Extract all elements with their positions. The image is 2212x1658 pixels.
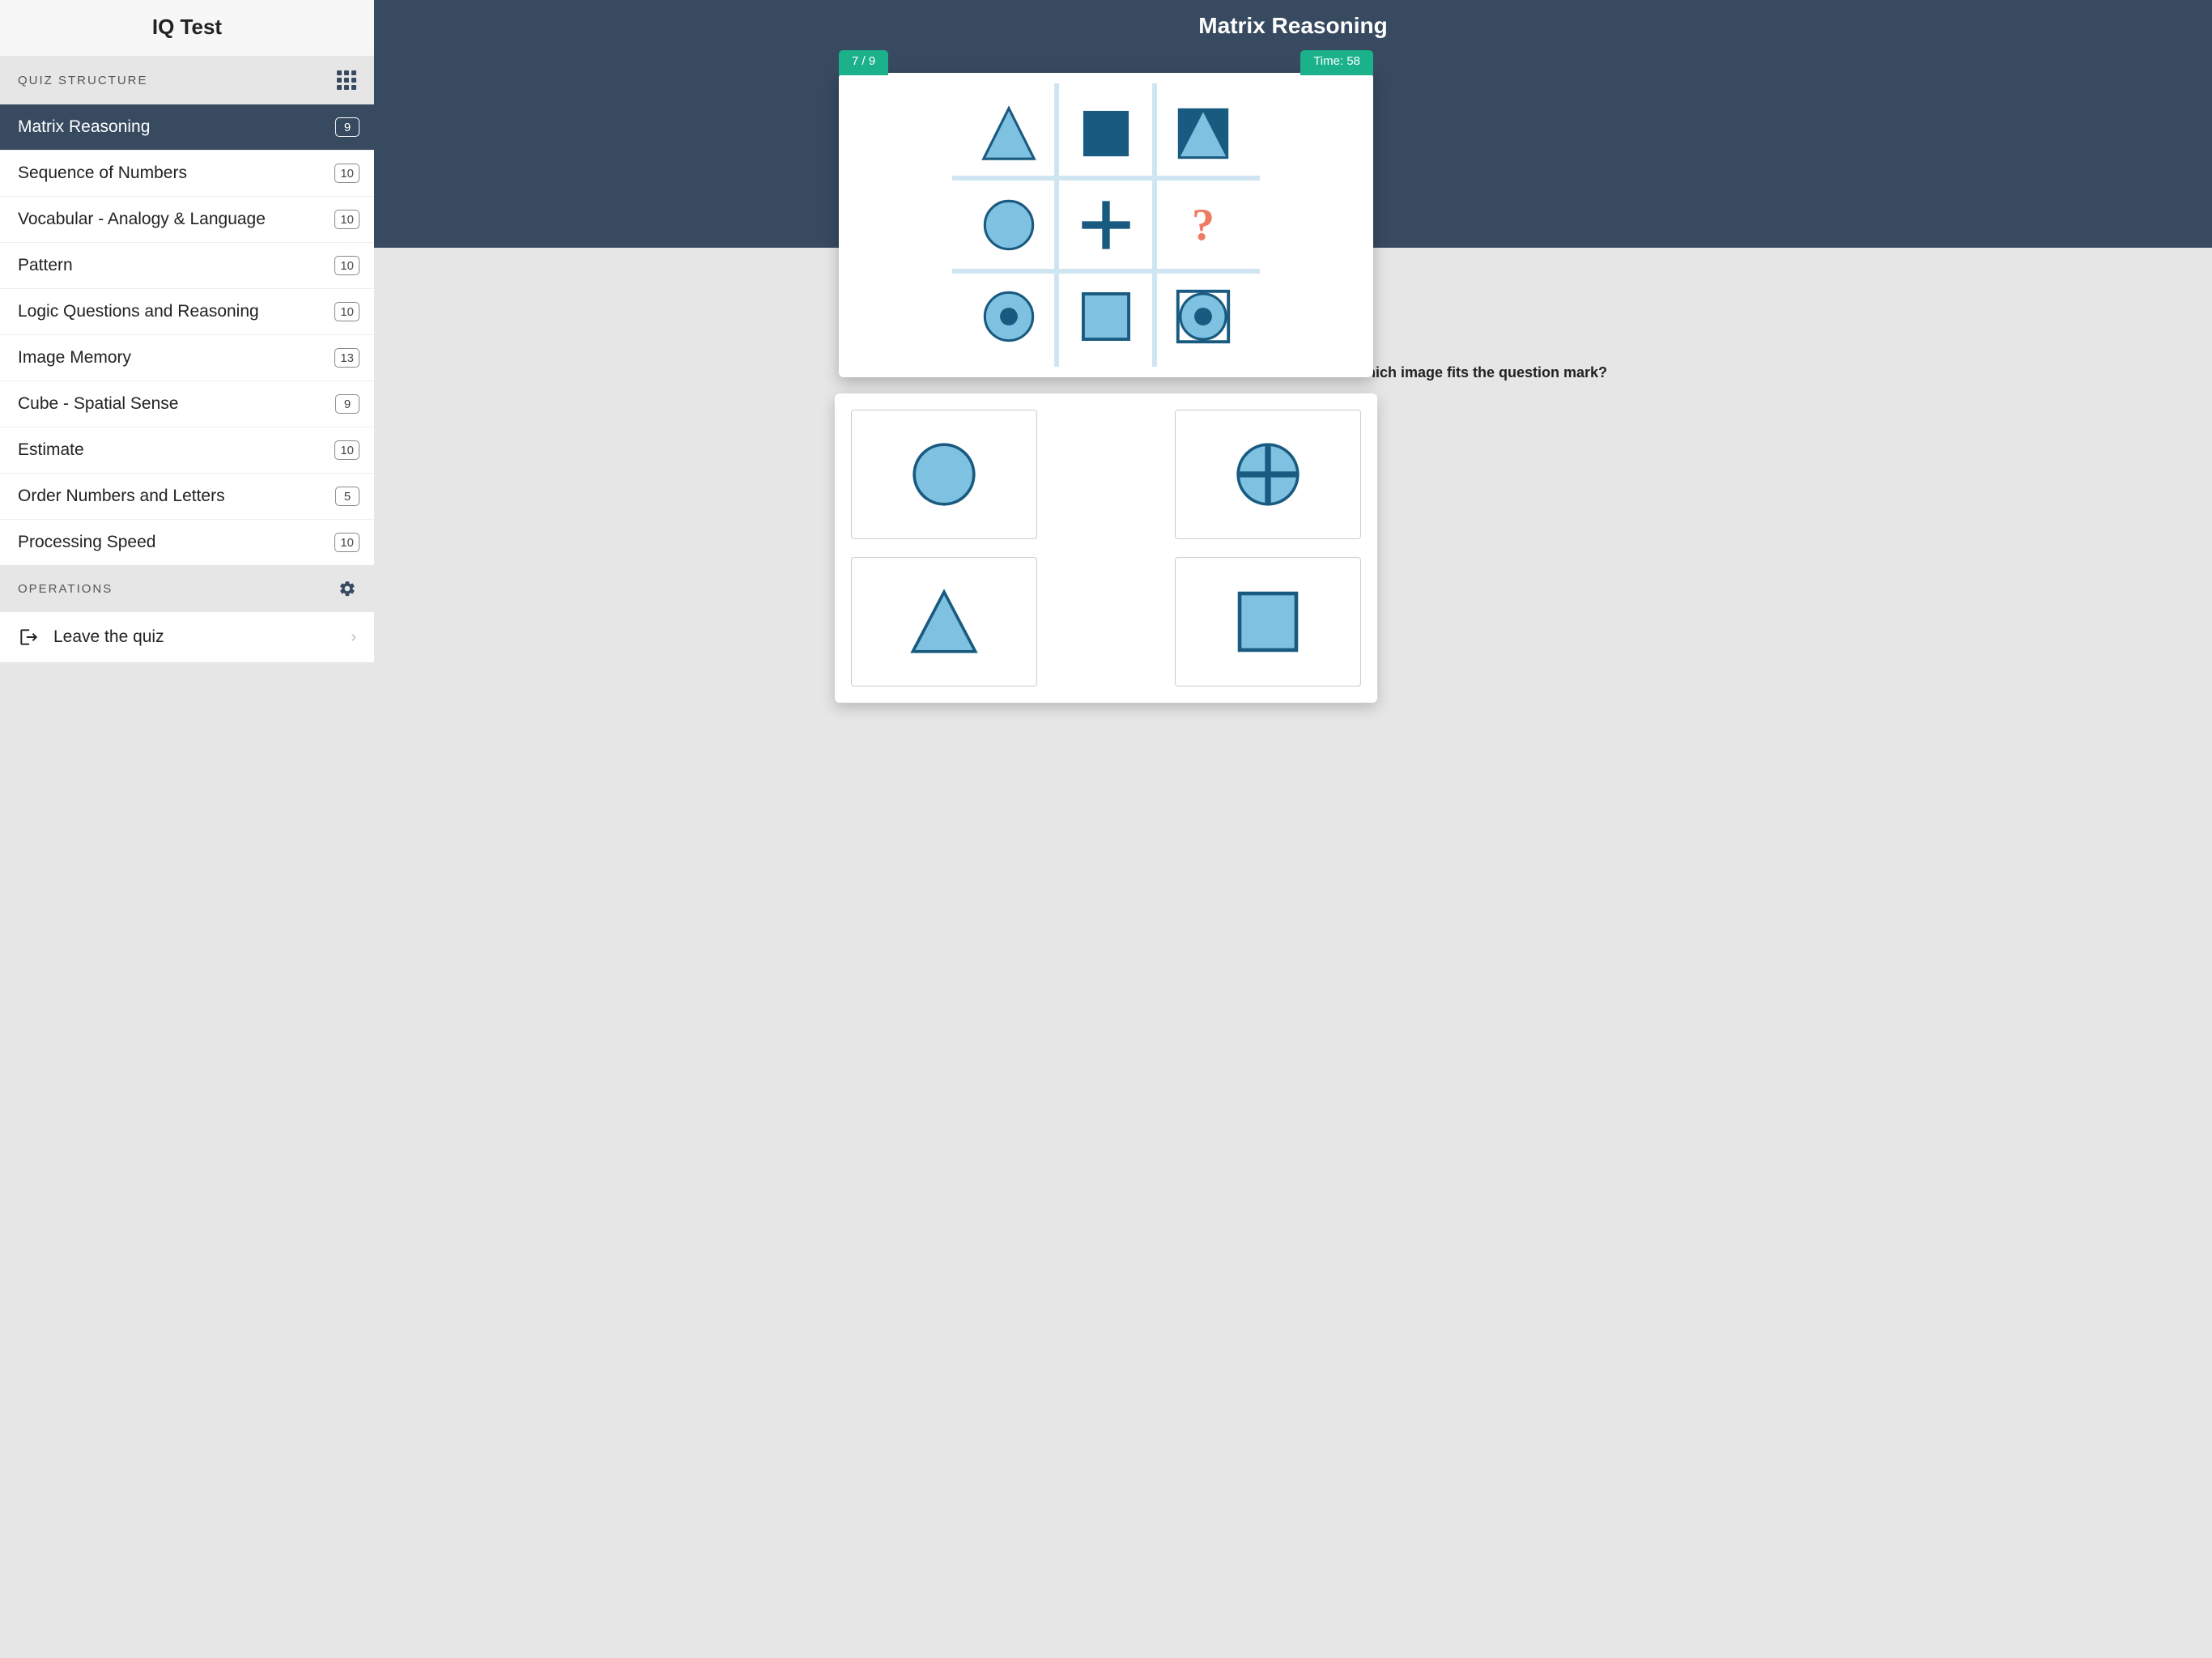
answer-option-3[interactable] xyxy=(851,557,1037,687)
card-tags: 7 / 9 Time: 58 xyxy=(839,50,1373,75)
section-quiz-label: QUIZ STRUCTURE xyxy=(18,74,148,87)
sidebar-item-processing-speed[interactable]: Processing Speed 10 xyxy=(0,520,374,565)
sidebar: IQ Test QUIZ STRUCTURE Matrix Reasoning … xyxy=(0,0,374,1658)
chevron-right-icon: › xyxy=(351,628,356,647)
matrix-cell-circle-dot xyxy=(960,271,1057,363)
answer-option-1[interactable] xyxy=(851,410,1037,539)
op-item-label: Leave the quiz xyxy=(53,627,164,647)
matrix-cell-question: ? xyxy=(1155,179,1252,270)
sidebar-item-label: Processing Speed xyxy=(18,533,155,552)
sidebar-item-label: Order Numbers and Letters xyxy=(18,487,225,506)
sidebar-item-label: Vocabular - Analogy & Language xyxy=(18,210,266,229)
sidebar-item-sequence-numbers[interactable]: Sequence of Numbers 10 xyxy=(0,151,374,197)
progress-tag: 7 / 9 xyxy=(839,50,888,75)
count-badge: 10 xyxy=(334,210,359,229)
matrix-cell-triangle-light xyxy=(960,87,1057,179)
answer-card xyxy=(835,393,1377,703)
answer-option-2[interactable] xyxy=(1175,410,1361,539)
leave-quiz-button[interactable]: Leave the quiz › xyxy=(0,612,374,662)
sidebar-item-estimate[interactable]: Estimate 10 xyxy=(0,427,374,474)
matrix-cell-circle-light xyxy=(960,179,1057,270)
matrix-cell-triangle-dark-square xyxy=(1155,87,1252,179)
exit-icon xyxy=(18,627,39,648)
count-badge: 10 xyxy=(334,256,359,275)
grid-icon[interactable] xyxy=(337,70,356,90)
main: Matrix Reasoning 7 / 9 Time: 58 xyxy=(374,0,2212,1658)
gear-icon[interactable] xyxy=(338,580,356,597)
question-mark-icon: ? xyxy=(1192,199,1214,251)
matrix-cell-square-outline-light xyxy=(1057,271,1155,363)
matrix-cell-plus-dark xyxy=(1057,179,1155,270)
matrix-cell-square-circle-dot xyxy=(1155,271,1252,363)
count-badge: 10 xyxy=(334,302,359,321)
matrix-grid: ? xyxy=(960,87,1252,363)
sidebar-item-label: Pattern xyxy=(18,256,73,275)
count-badge: 10 xyxy=(334,440,359,460)
count-badge: 10 xyxy=(334,164,359,183)
sidebar-item-label: Estimate xyxy=(18,440,84,460)
page-title: Matrix Reasoning xyxy=(1198,0,1387,47)
sidebar-item-image-memory[interactable]: Image Memory 13 xyxy=(0,335,374,381)
sidebar-item-label: Matrix Reasoning xyxy=(18,117,150,137)
answer-option-4[interactable] xyxy=(1175,557,1361,687)
sidebar-item-label: Logic Questions and Reasoning xyxy=(18,302,259,321)
count-badge: 10 xyxy=(334,533,359,552)
question-card-wrap: 7 / 9 Time: 58 xyxy=(839,50,1373,377)
sidebar-item-matrix-reasoning[interactable]: Matrix Reasoning 9 xyxy=(0,104,374,151)
sidebar-item-vocabular[interactable]: Vocabular - Analogy & Language 10 xyxy=(0,197,374,243)
count-badge: 9 xyxy=(335,394,359,414)
matrix-card: ? xyxy=(839,73,1373,377)
sidebar-item-label: Image Memory xyxy=(18,348,131,368)
quiz-list: Matrix Reasoning 9 Sequence of Numbers 1… xyxy=(0,104,374,565)
section-ops-label: OPERATIONS xyxy=(18,582,113,596)
sidebar-item-logic[interactable]: Logic Questions and Reasoning 10 xyxy=(0,289,374,335)
section-header-operations: OPERATIONS xyxy=(0,565,374,612)
sidebar-item-pattern[interactable]: Pattern 10 xyxy=(0,243,374,289)
app-title: IQ Test xyxy=(0,0,374,56)
section-header-quiz: QUIZ STRUCTURE xyxy=(0,56,374,104)
operations-list: Leave the quiz › xyxy=(0,612,374,662)
sidebar-item-order[interactable]: Order Numbers and Letters 5 xyxy=(0,474,374,520)
matrix-cell-square-dark xyxy=(1057,87,1155,179)
count-badge: 9 xyxy=(335,117,359,137)
count-badge: 5 xyxy=(335,487,359,506)
sidebar-item-cube[interactable]: Cube - Spatial Sense 9 xyxy=(0,381,374,427)
sidebar-item-label: Sequence of Numbers xyxy=(18,164,187,183)
count-badge: 13 xyxy=(334,348,359,368)
sidebar-item-label: Cube - Spatial Sense xyxy=(18,394,178,414)
time-tag: Time: 58 xyxy=(1300,50,1373,75)
